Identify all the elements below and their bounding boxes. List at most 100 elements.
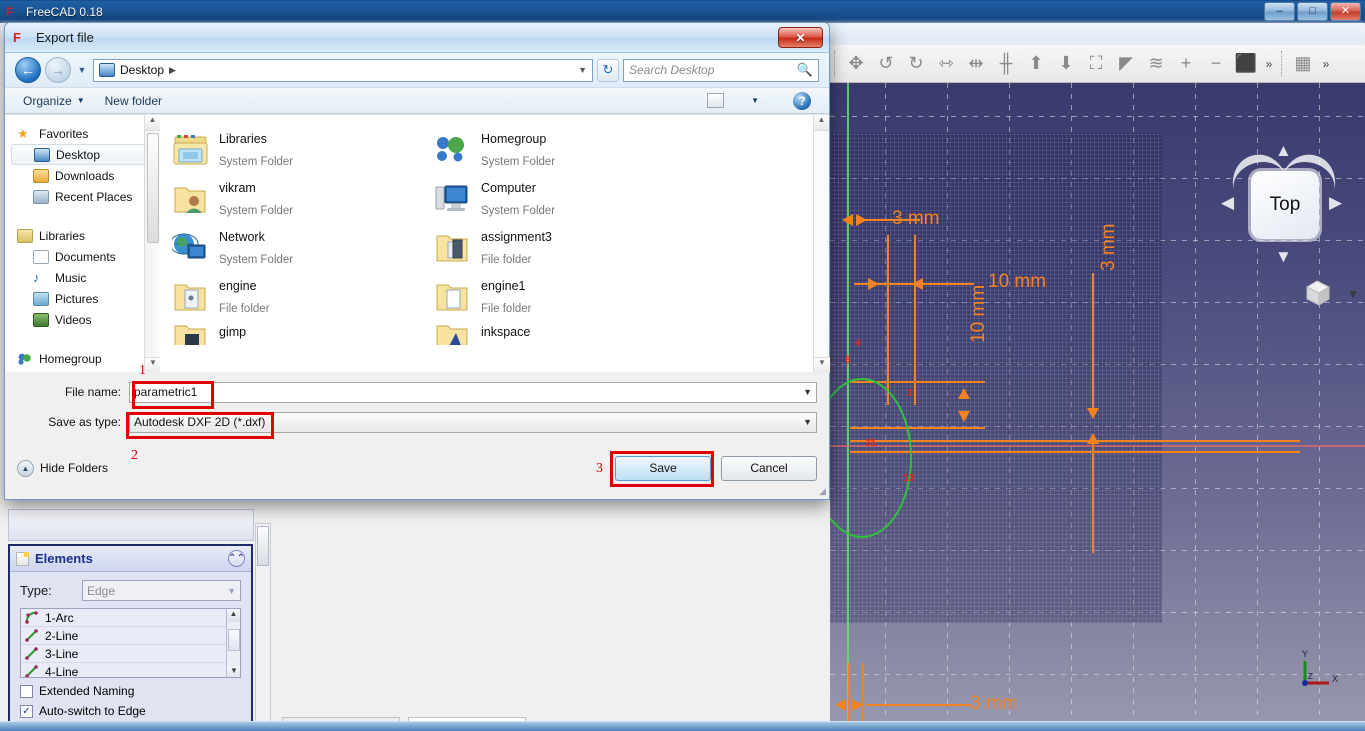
navigation-cube[interactable]: ▲ ▼ ◀ ▶ Top xyxy=(1221,141,1343,266)
sidebar-group-libraries[interactable]: Libraries xyxy=(11,225,160,246)
sidebar-item-desktop[interactable]: Desktop xyxy=(11,144,154,165)
arrow-up-icon[interactable]: ⬆ xyxy=(1021,49,1051,79)
minimize-button[interactable]: – xyxy=(1264,2,1295,21)
sidebar-item-videos[interactable]: Videos xyxy=(11,309,160,330)
resize-icon[interactable]: ⛶ xyxy=(1081,49,1111,79)
trim-icon[interactable]: ◤ xyxy=(1111,49,1141,79)
nav-arrow-left-icon[interactable]: ◀ xyxy=(1221,193,1234,213)
overflow-chevron-icon[interactable]: » xyxy=(1261,57,1277,71)
extended-naming-checkbox[interactable]: Extended Naming xyxy=(20,684,241,698)
refresh-button[interactable]: ↻ xyxy=(597,58,619,82)
arrow-down-icon[interactable]: ⬇ xyxy=(1051,49,1081,79)
constraint-6[interactable]: 6 xyxy=(845,355,851,366)
windows-taskbar[interactable] xyxy=(0,721,1365,731)
file-item-gimp[interactable]: gimp xyxy=(172,321,434,345)
back-button[interactable]: ← xyxy=(15,57,41,83)
constraint-31[interactable]: 31 xyxy=(865,438,876,449)
chevron-down-icon[interactable]: ▼ xyxy=(803,417,812,427)
symmetry-horizontal-icon[interactable]: ⇿ xyxy=(931,49,961,79)
scrollbar-thumb[interactable] xyxy=(147,133,159,243)
file-name: engine xyxy=(219,278,257,293)
list-item[interactable]: 4-Line xyxy=(21,663,240,677)
scroll-up-icon[interactable]: ▲ xyxy=(814,115,829,131)
chevron-up-icon[interactable]: ⌃⌃ xyxy=(228,550,245,567)
sidebar-scrollbar[interactable]: ▲ ▼ xyxy=(144,115,160,372)
sidebar-item-documents[interactable]: Documents xyxy=(11,246,160,267)
list-item[interactable]: 3-Line xyxy=(21,645,240,663)
panel-scrollbar[interactable] xyxy=(255,523,271,731)
scroll-up-icon[interactable]: ▲ xyxy=(227,609,240,622)
3d-viewport[interactable]: 3 mm 10 mm 10 mm 3 mm 3 mm 31 3 13 4 6 ▲… xyxy=(830,83,1365,731)
sidebar-item-recent-places[interactable]: Recent Places xyxy=(11,186,160,207)
help-icon[interactable]: ? xyxy=(793,91,811,110)
constraint-4[interactable]: 4 xyxy=(855,338,861,349)
dialog-close-button[interactable]: ✕ xyxy=(778,27,823,48)
hide-folders-button[interactable]: ▲ Hide Folders xyxy=(17,459,108,477)
file-list[interactable]: Libraries System Folder Homegroup System… xyxy=(160,115,830,373)
file-item-libraries[interactable]: Libraries System Folder xyxy=(172,125,434,174)
rotate-ccw-icon[interactable]: ↺ xyxy=(871,49,901,79)
sidebar-item-music[interactable]: ♪ Music xyxy=(11,267,160,288)
close-button[interactable]: ✕ xyxy=(1330,2,1361,21)
file-item-assignment3[interactable]: assignment3 File folder xyxy=(434,223,696,272)
cancel-button[interactable]: Cancel xyxy=(721,455,817,481)
resize-grip-icon[interactable]: ◢ xyxy=(819,486,826,497)
extrude-icon[interactable]: ⬛ xyxy=(1231,49,1261,79)
list-item[interactable]: 1-Arc xyxy=(21,609,240,627)
sidebar-group-homegroup[interactable]: Homegroup xyxy=(11,348,160,369)
view-mode-icon[interactable] xyxy=(707,93,725,108)
file-item-engine1[interactable]: engine1 File folder xyxy=(434,272,696,321)
scroll-down-icon[interactable]: ▼ xyxy=(814,357,830,373)
type-select[interactable]: Edge ▼ xyxy=(82,580,241,601)
file-item-vikram[interactable]: vikram System Folder xyxy=(172,174,434,223)
overflow-chevron-2-icon[interactable]: » xyxy=(1318,57,1334,71)
forward-button[interactable]: → xyxy=(45,57,71,83)
home-dropdown-icon[interactable]: ▼ xyxy=(1347,287,1359,301)
move-icon[interactable]: ✥ xyxy=(841,49,871,79)
rotate-cw-icon[interactable]: ↻ xyxy=(901,49,931,79)
scroll-down-icon[interactable]: ▼ xyxy=(227,666,240,677)
scroll-down-icon[interactable]: ▼ xyxy=(145,357,160,372)
grid-icon[interactable]: ▦ xyxy=(1288,49,1318,79)
sidebar-item-pictures[interactable]: Pictures xyxy=(11,288,160,309)
file-list-scrollbar[interactable]: ▲ ▼ xyxy=(813,115,830,373)
spline-icon[interactable]: ≋ xyxy=(1141,49,1171,79)
add-point-icon[interactable]: + xyxy=(1171,49,1201,79)
nav-arrow-down-icon[interactable]: ▼ xyxy=(1275,247,1292,267)
auto-switch-to-edge-checkbox[interactable]: ✓ Auto-switch to Edge xyxy=(20,704,241,718)
constrain-parallel-icon[interactable]: ╫ xyxy=(991,49,1021,79)
nav-cube-face-top[interactable]: Top xyxy=(1251,171,1319,239)
file-item-inkspace[interactable]: inkspace xyxy=(434,321,696,345)
chevron-down-icon[interactable]: ▼ xyxy=(803,387,812,397)
history-dropdown-icon[interactable]: ▼ xyxy=(75,65,89,75)
sidebar-group-favorites[interactable]: ★ Favorites xyxy=(11,123,160,144)
constraint-3[interactable]: 3 xyxy=(907,388,913,399)
file-item-engine[interactable]: engine File folder xyxy=(172,272,434,321)
scrollbar-thumb[interactable] xyxy=(257,526,269,566)
file-item-homegroup[interactable]: Homegroup System Folder xyxy=(434,125,696,174)
elements-list[interactable]: 1-Arc 2-Line 3-Line 4-Line ▲ ▼ xyxy=(20,608,241,678)
file-item-network[interactable]: Network System Folder xyxy=(169,223,434,272)
list-item[interactable]: 2-Line xyxy=(21,627,240,645)
save-button[interactable]: Save xyxy=(615,455,711,481)
view-mode-dropdown-icon[interactable]: ▼ xyxy=(751,96,759,105)
nav-arrow-up-icon[interactable]: ▲ xyxy=(1275,141,1292,161)
elements-list-scrollbar[interactable]: ▲ ▼ xyxy=(226,609,240,677)
maximize-button[interactable]: □ xyxy=(1297,2,1328,21)
search-input[interactable]: Search Desktop 🔍 xyxy=(623,58,819,82)
remove-point-icon[interactable]: − xyxy=(1201,49,1231,79)
symmetry-point-icon[interactable]: ⇹ xyxy=(961,49,991,79)
filetype-select[interactable]: Autodesk DXF 2D (*.dxf) ▼ xyxy=(129,411,817,433)
home-view-cube-icon[interactable] xyxy=(1303,278,1335,308)
nav-arrow-right-icon[interactable]: ▶ xyxy=(1329,193,1342,213)
constraint-13[interactable]: 13 xyxy=(903,473,914,484)
file-item-computer[interactable]: Computer System Folder xyxy=(434,174,696,223)
address-bar[interactable]: Desktop ▶ ▼ xyxy=(93,58,593,82)
new-folder-button[interactable]: New folder xyxy=(105,94,162,108)
scroll-up-icon[interactable]: ▲ xyxy=(145,115,160,131)
sidebar-item-downloads[interactable]: Downloads xyxy=(11,165,160,186)
filename-input[interactable]: parametric1 ▼ xyxy=(129,381,817,403)
scrollbar-thumb[interactable] xyxy=(228,629,240,651)
organize-button[interactable]: Organize ▼ xyxy=(23,94,85,108)
address-dropdown-icon[interactable]: ▼ xyxy=(578,65,587,75)
